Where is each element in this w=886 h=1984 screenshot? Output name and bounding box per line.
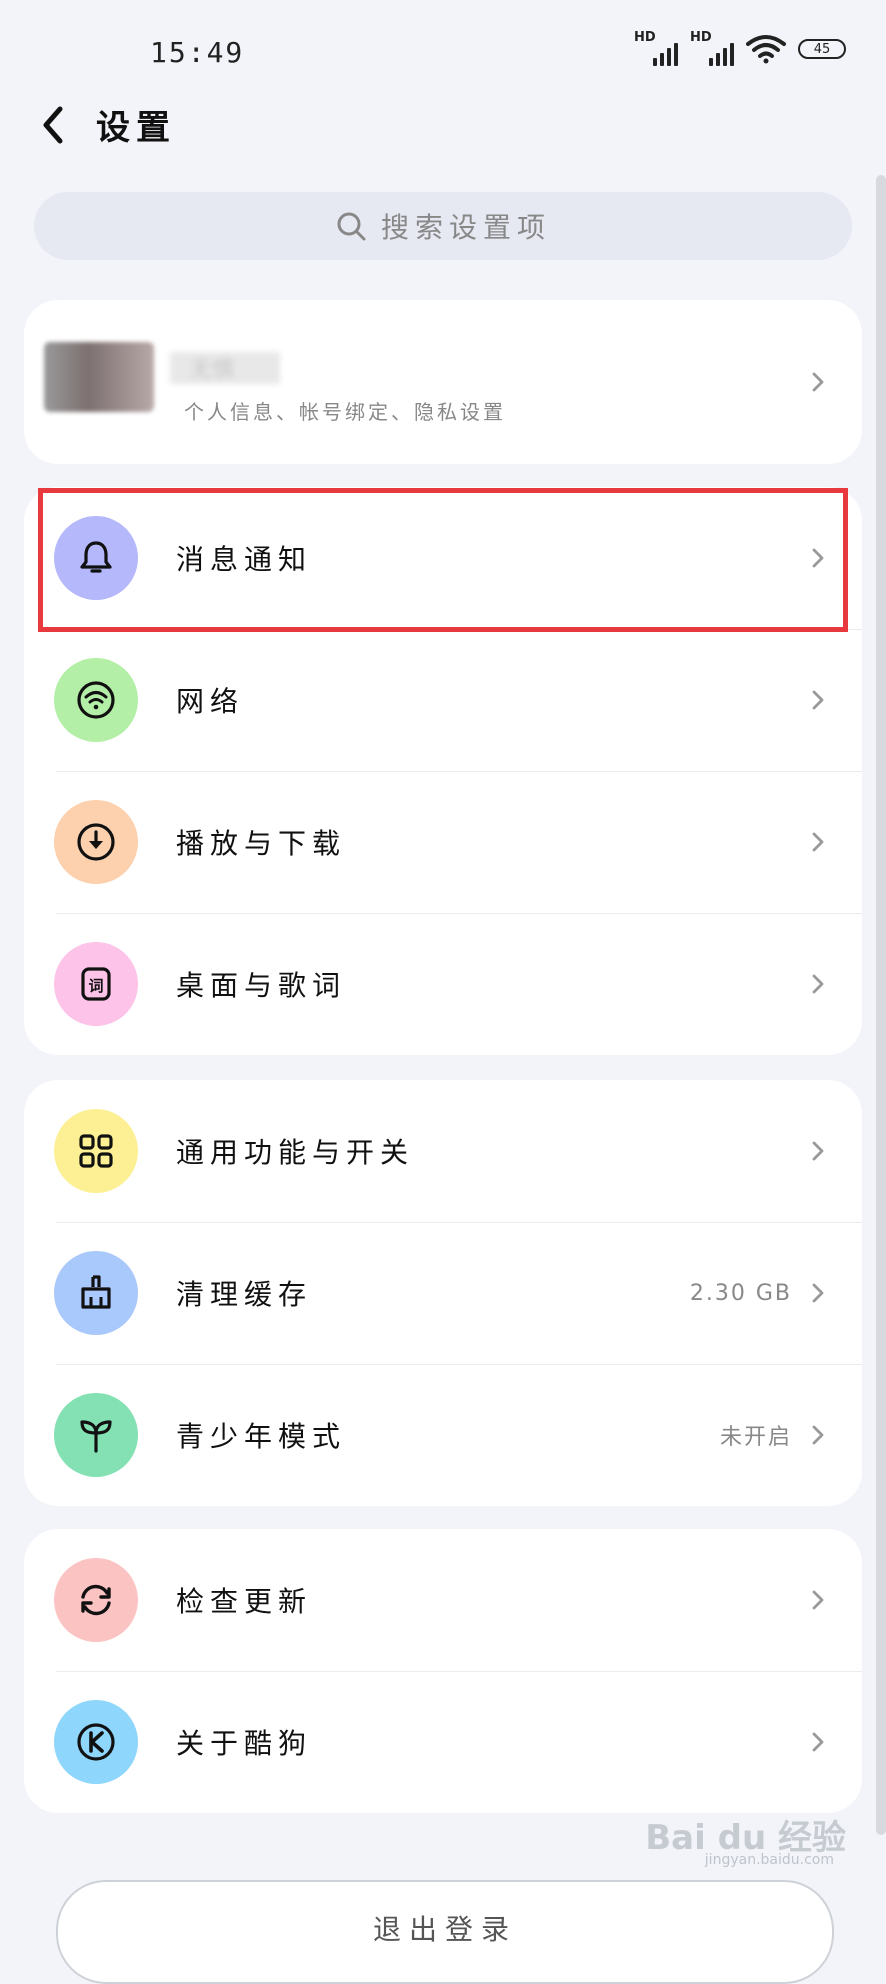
chevron-right-icon [812, 1283, 824, 1303]
icon-circle: 词 [54, 942, 138, 1026]
highlight-box [38, 488, 848, 632]
profile-row[interactable]: 无惧 个人信息、帐号绑定、隐私设置 [24, 300, 862, 464]
status-icons: HD HD 45 [634, 30, 846, 66]
battery-indicator: 45 [798, 39, 846, 59]
search-placeholder: 搜索设置项 [380, 211, 551, 244]
chevron-right-icon [812, 1141, 824, 1161]
teen-mode-status: 未开启 [719, 1425, 792, 1450]
profile-card[interactable]: 无惧 个人信息、帐号绑定、隐私设置 [24, 300, 862, 464]
chevron-right-icon [812, 1732, 824, 1752]
icon-circle [54, 800, 138, 884]
settings-item-network[interactable]: 网络 [24, 629, 862, 771]
sprout-icon [80, 1420, 112, 1453]
chevron-right-icon [812, 1425, 824, 1445]
settings-item-about[interactable]: 关于酷狗 [24, 1671, 862, 1813]
signal-icon-2: HD [690, 30, 734, 66]
chevron-right-icon [812, 832, 824, 852]
settings-item-label: 清理缓存 [176, 1278, 313, 1311]
chevron-right-icon [812, 1590, 824, 1610]
settings-group-3: 检查更新 关于酷狗 [24, 1529, 862, 1813]
chevron-right-icon [812, 690, 824, 710]
chevron-left-icon [43, 106, 63, 144]
watermark-url: jingyan.baidu.com [704, 1852, 834, 1868]
settings-item-check-update[interactable]: 检查更新 [24, 1529, 862, 1671]
cache-size-value: 2.30 GB [689, 1280, 792, 1306]
signal-icon: HD [634, 30, 678, 66]
settings-item-label: 青少年模式 [176, 1420, 347, 1453]
logout-button[interactable]: 退出登录 [56, 1880, 834, 1984]
settings-item-general[interactable]: 通用功能与开关 [24, 1080, 862, 1222]
kugou-logo-icon [77, 1723, 115, 1761]
settings-group-2: 通用功能与开关 清理缓存 2.30 GB 青少年模式 未开启 [24, 1080, 862, 1506]
search-icon [337, 212, 366, 241]
profile-subtitle: 个人信息、帐号绑定、隐私设置 [184, 400, 506, 424]
svg-text:词: 词 [88, 977, 103, 995]
settings-item-label: 播放与下载 [176, 827, 347, 860]
settings-item-label: 检查更新 [176, 1585, 313, 1618]
lyrics-icon: 词 [81, 967, 111, 1001]
status-time: 15:49 [150, 36, 245, 69]
chevron-right-icon [812, 372, 824, 392]
scrollbar[interactable] [876, 175, 886, 1835]
icon-circle [54, 1558, 138, 1642]
icon-circle [54, 658, 138, 742]
settings-item-label: 通用功能与开关 [176, 1136, 415, 1169]
page-title: 设置 [96, 108, 176, 148]
settings-item-teen-mode[interactable]: 青少年模式 未开启 [24, 1364, 862, 1506]
wifi-icon [77, 681, 115, 719]
broom-icon [81, 1275, 111, 1309]
settings-item-playback-download[interactable]: 播放与下载 [24, 771, 862, 913]
back-button[interactable] [28, 100, 78, 150]
grid-icon [79, 1134, 113, 1168]
settings-item-desktop-lyrics[interactable]: 词 桌面与歌词 [24, 913, 862, 1055]
icon-circle [54, 1393, 138, 1477]
wifi-status-icon [746, 35, 786, 64]
avatar [44, 342, 154, 412]
profile-name: 无惧 [170, 352, 280, 384]
search-input[interactable]: 搜索设置项 [34, 192, 852, 260]
settings-item-label: 网络 [176, 685, 245, 718]
settings-item-label: 关于酷狗 [176, 1727, 313, 1760]
refresh-icon [81, 1584, 111, 1616]
chevron-right-icon [812, 974, 824, 994]
icon-circle [54, 1109, 138, 1193]
icon-circle [54, 1700, 138, 1784]
logout-label: 退出登录 [372, 1913, 517, 1946]
icon-circle [54, 1251, 138, 1335]
download-icon [77, 823, 115, 861]
settings-item-label: 桌面与歌词 [176, 969, 347, 1002]
settings-item-clear-cache[interactable]: 清理缓存 2.30 GB [24, 1222, 862, 1364]
